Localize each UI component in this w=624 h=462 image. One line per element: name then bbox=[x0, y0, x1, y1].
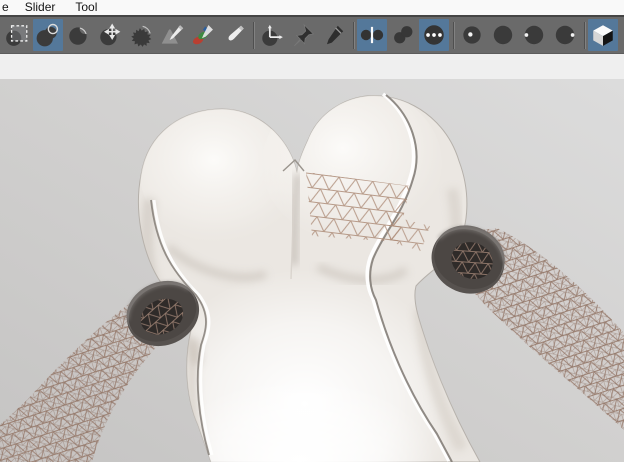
toolbar-separator bbox=[450, 20, 457, 50]
multi-dot-sphere-icon bbox=[421, 22, 447, 48]
pin-button[interactable] bbox=[288, 19, 318, 51]
plain-sphere-icon bbox=[490, 22, 516, 48]
dot-left-sphere-button[interactable] bbox=[519, 19, 549, 51]
orient-axes-button[interactable] bbox=[257, 19, 287, 51]
sphere-rough-button[interactable] bbox=[126, 19, 156, 51]
dot-right-sphere-icon bbox=[552, 22, 578, 48]
two-spheres-icon bbox=[390, 22, 416, 48]
view-cube-button[interactable] bbox=[588, 19, 618, 51]
toolbar-substrip bbox=[0, 54, 624, 79]
menu-bar: e Slider Tool bbox=[0, 0, 624, 15]
menu-item-tool[interactable]: Tool bbox=[65, 0, 107, 15]
dot-center-sphere-button[interactable] bbox=[457, 19, 487, 51]
select-sphere-icon bbox=[4, 22, 30, 48]
sphere-add-icon bbox=[35, 22, 61, 48]
sphere-carve-button[interactable] bbox=[64, 19, 94, 51]
menu-item-slider[interactable]: Slider bbox=[15, 0, 66, 15]
toolbar bbox=[0, 17, 624, 54]
two-spheres-button[interactable] bbox=[388, 19, 418, 51]
paint-terrain-button[interactable] bbox=[157, 19, 187, 51]
orient-axes-icon bbox=[259, 22, 285, 48]
sphere-carve-icon bbox=[66, 22, 92, 48]
paint-terrain-icon bbox=[159, 22, 185, 48]
sphere-move-button[interactable] bbox=[95, 19, 125, 51]
select-sphere-button[interactable] bbox=[2, 19, 32, 51]
multi-dot-sphere-button[interactable] bbox=[419, 19, 449, 51]
pin-icon bbox=[290, 22, 316, 48]
paint-brush-icon bbox=[221, 22, 247, 48]
dot-center-sphere-icon bbox=[459, 22, 485, 48]
paint-color-button[interactable] bbox=[188, 19, 218, 51]
view-cube-icon bbox=[590, 22, 616, 48]
plain-sphere-button[interactable] bbox=[488, 19, 518, 51]
mirror-symmetry-icon bbox=[359, 22, 385, 48]
sphere-move-icon bbox=[97, 22, 123, 48]
toolbar-separator bbox=[250, 20, 257, 50]
viewport-canvas[interactable] bbox=[0, 79, 624, 462]
mirror-symmetry-button[interactable] bbox=[357, 19, 387, 51]
pen-icon bbox=[321, 22, 347, 48]
sphere-rough-icon bbox=[128, 22, 154, 48]
sphere-add-button[interactable] bbox=[33, 19, 63, 51]
viewport-panel bbox=[0, 79, 624, 462]
dot-left-sphere-icon bbox=[521, 22, 547, 48]
menu-item-cropped[interactable]: e bbox=[0, 0, 15, 15]
paint-brush-button[interactable] bbox=[219, 19, 249, 51]
toolbar-separator bbox=[350, 20, 357, 50]
pen-button[interactable] bbox=[319, 19, 349, 51]
paint-color-icon bbox=[190, 22, 216, 48]
toolbar-separator bbox=[581, 20, 588, 50]
dot-right-sphere-button[interactable] bbox=[550, 19, 580, 51]
